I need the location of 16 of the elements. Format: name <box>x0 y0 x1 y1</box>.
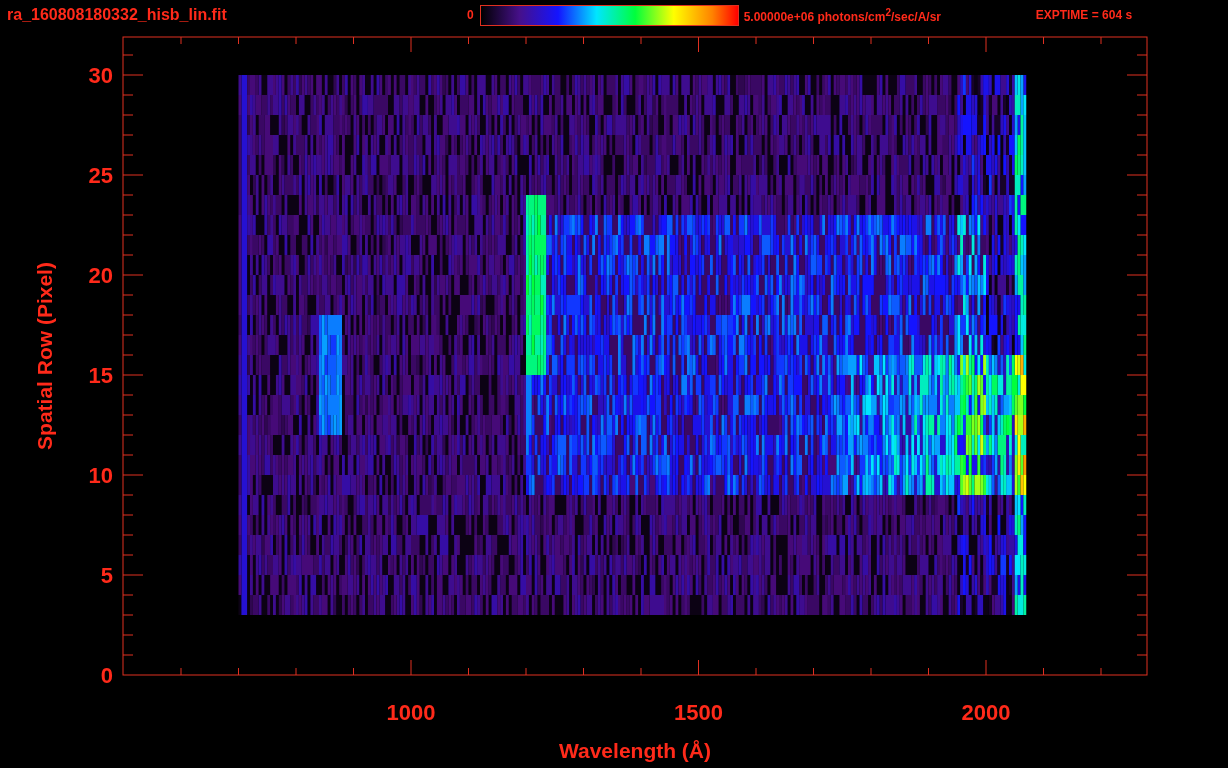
y-tick-label: 20 <box>88 263 113 288</box>
file-name: ra_160808180332_hisb_lin.fit <box>7 6 228 24</box>
y-tick-label: 25 <box>88 163 113 188</box>
y-tick-label: 30 <box>88 63 113 88</box>
x-axis-label: Wavelength (Å) <box>558 739 712 762</box>
y-tick-label: 0 <box>100 663 113 688</box>
colorbar-max-label: 5.00000e+06 photons/cm$^{2}$/sec/A/sr <box>743 6 943 24</box>
y-tick-label: 10 <box>88 463 113 488</box>
x-tick-label: 1500 <box>674 700 723 725</box>
y-axis-label: Spatial Row (Pixel) <box>33 262 56 450</box>
y-tick-label: 15 <box>88 363 113 388</box>
y-tick-label: 5 <box>100 563 113 588</box>
x-tick-label: 1000 <box>386 700 436 725</box>
exposure-time: EXPTIME = 604 s <box>1035 8 1133 22</box>
colorbar-min-label: 0 <box>467 8 474 22</box>
x-tick-label: 2000 <box>961 700 1011 725</box>
